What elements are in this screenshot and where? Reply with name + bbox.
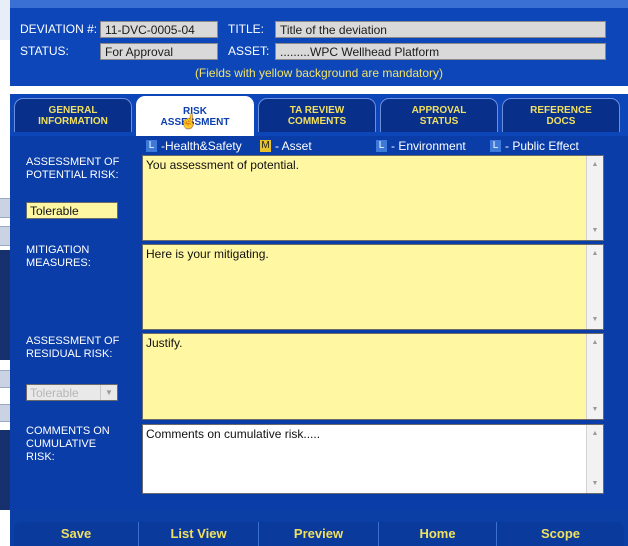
risk-level-badge: L [146,140,157,152]
tab-label-line2: DOCS [546,115,576,127]
hand-cursor-icon: ☝ [180,113,198,129]
tab-label-line2: INFORMATION [38,115,108,127]
scroll-down-icon[interactable]: ▼ [587,477,603,491]
tab-label-line2: COMMENTS [287,115,347,127]
legend-public-effect: L - Public Effect [490,139,579,153]
title-field: Title of the deviation [275,21,606,38]
deviation-header: DEVIATION #: 11-DVC-0005-04 TITLE: Title… [10,8,628,86]
textarea-scrollbar[interactable]: ▲ ▼ [586,156,603,240]
action-bar: Save List View Preview Home Scope [10,510,628,546]
tab-reference-docs[interactable]: REFERENCE DOCS [502,98,620,132]
scroll-down-icon[interactable]: ▼ [587,313,603,327]
residual-risk-label: ASSESSMENT OF RESIDUAL RISK: [26,335,120,360]
scroll-up-icon[interactable]: ▲ [587,158,603,172]
tab-general-information[interactable]: GENERAL INFORMATION [14,98,132,132]
risk-assessment-form: L -Health&Safety M - Asset L - Environme… [10,136,628,510]
scroll-up-icon[interactable]: ▲ [587,427,603,441]
background-panel [0,250,10,360]
textarea-scrollbar[interactable]: ▲ ▼ [586,334,603,419]
risk-level-badge: L [490,140,501,152]
legend-health-safety: L -Health&Safety [146,139,242,153]
asset-label: ASSET: [228,44,270,58]
potential-risk-textarea[interactable]: You assessment of potential. ▲ ▼ [142,155,604,241]
window-top-border [10,0,628,8]
legend-label: -Health&Safety [161,139,242,153]
mitigation-textarea[interactable]: Here is your mitigating. ▲ ▼ [142,244,604,330]
asset-field: .........WPC Wellhead Platform [275,43,606,60]
residual-risk-textarea[interactable]: Justify. ▲ ▼ [142,333,604,420]
legend-label: - Public Effect [505,139,579,153]
tab-label-line1: TA REVIEW [289,104,345,116]
tab-label-line2: STATUS [419,115,459,127]
legend-label: - Asset [275,139,312,153]
cumulative-risk-label: COMMENTS ON CUMULATIVE RISK: [26,425,110,463]
list-view-button[interactable]: List View [138,522,258,546]
deviation-window: DEVIATION #: 11-DVC-0005-04 TITLE: Title… [10,0,628,546]
scroll-up-icon[interactable]: ▲ [587,336,603,350]
preview-button[interactable]: Preview [258,522,378,546]
cumulative-risk-textarea[interactable]: Comments on cumulative risk..... ▲ ▼ [142,424,604,494]
status-field: For Approval [100,43,218,60]
home-button[interactable]: Home [378,522,496,546]
tab-label-line1: GENERAL [48,104,98,116]
risk-level-badge: L [376,140,387,152]
residual-risk-text: Justify. [146,336,183,350]
legend-environment: L - Environment [376,139,466,153]
textarea-scrollbar[interactable]: ▲ ▼ [586,245,603,329]
mitigation-label: MITIGATION MEASURES: [26,244,91,269]
mandatory-hint: (Fields with yellow background are manda… [194,66,444,80]
risk-level-badge: M [260,140,271,152]
tab-bar: GENERAL INFORMATION RISK ASSESSMENT TA R… [10,94,628,136]
potential-risk-text: You assessment of potential. [146,158,299,172]
tab-label-line1: REFERENCE [530,104,592,116]
potential-risk-level-field[interactable]: Tolerable [26,202,118,219]
legend-label: - Environment [391,139,466,153]
residual-risk-select[interactable]: Tolerable ▼ [26,384,118,401]
chevron-down-icon: ▼ [100,385,117,400]
tab-approval-status[interactable]: APPROVAL STATUS [380,98,498,132]
tab-label-line1: APPROVAL [411,104,467,116]
deviation-number-field: 11-DVC-0005-04 [100,21,218,38]
background-panel [0,430,10,510]
tab-ta-review-comments[interactable]: TA REVIEW COMMENTS [258,98,376,132]
textarea-scrollbar[interactable]: ▲ ▼ [586,425,603,493]
scroll-down-icon[interactable]: ▼ [587,224,603,238]
scroll-up-icon[interactable]: ▲ [587,247,603,261]
header-separator [10,86,628,94]
title-label: TITLE: [228,22,265,36]
status-label: STATUS: [20,44,69,58]
legend-asset: M - Asset [260,139,312,153]
scroll-down-icon[interactable]: ▼ [587,403,603,417]
deviation-number-label: DEVIATION #: [20,22,98,36]
save-button[interactable]: Save [14,522,138,546]
scope-button[interactable]: Scope [496,522,624,546]
residual-risk-value: Tolerable [30,386,79,400]
potential-risk-label: ASSESSMENT OF POTENTIAL RISK: [26,156,120,181]
mitigation-text: Here is your mitigating. [146,247,269,261]
cumulative-risk-text: Comments on cumulative risk..... [146,427,321,441]
